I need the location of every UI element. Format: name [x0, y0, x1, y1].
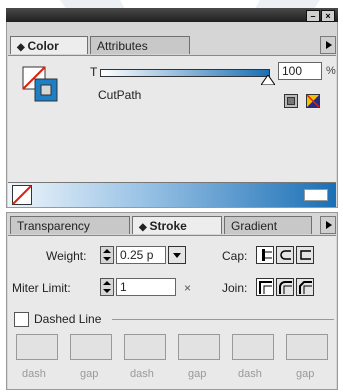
- round-join-icon: [279, 281, 292, 294]
- none-swatch-icon[interactable]: [12, 185, 32, 205]
- panel-menu-arrow-icon[interactable]: [320, 36, 336, 54]
- tab-transparency[interactable]: Transparency: [10, 216, 130, 234]
- tab-gradient-label: Gradient: [231, 219, 278, 233]
- gap-field[interactable]: [286, 334, 328, 360]
- close-button[interactable]: ×: [321, 10, 335, 22]
- round-cap-icon: [280, 250, 291, 260]
- gap-label: gap: [80, 368, 99, 380]
- tint-input[interactable]: 100: [278, 62, 322, 80]
- color-ramp[interactable]: [8, 182, 336, 207]
- dash-label: dash: [130, 368, 154, 380]
- tab-attributes-label: Attributes: [97, 39, 148, 53]
- gap-field[interactable]: [178, 334, 220, 360]
- dashed-line-checkbox[interactable]: [14, 312, 29, 327]
- tab-attributes[interactable]: Attributes: [90, 36, 190, 54]
- tab-transparency-label: Transparency: [17, 219, 90, 233]
- tab-stroke-label: Stroke: [149, 219, 187, 233]
- round-join-button[interactable]: [276, 278, 294, 296]
- miter-limit-stepper[interactable]: [100, 278, 114, 296]
- tab-color-label: Color: [27, 39, 59, 53]
- fill-stroke-icon[interactable]: [22, 66, 60, 104]
- tab-color[interactable]: ◆ Color: [10, 36, 88, 54]
- tab-sort-icon: ◆: [17, 42, 28, 53]
- weight-label: Weight:: [46, 249, 87, 263]
- bevel-join-icon: [299, 281, 312, 294]
- tint-slider-handle-icon[interactable]: [261, 75, 275, 85]
- swatch-name: CutPath: [98, 88, 142, 102]
- white-swatch[interactable]: [304, 189, 328, 201]
- miter-join-icon: [259, 281, 272, 294]
- weight-stepper[interactable]: [100, 246, 114, 264]
- web-safe-warning-icon[interactable]: [306, 94, 320, 108]
- cap-label: Cap:: [222, 249, 248, 263]
- butt-cap-icon: [262, 249, 272, 261]
- dash-label: dash: [238, 368, 262, 380]
- dash-field[interactable]: [124, 334, 166, 360]
- chevron-down-icon: [173, 253, 181, 258]
- gap-label: gap: [296, 368, 315, 380]
- join-label: Join:: [222, 281, 248, 295]
- miter-join-button[interactable]: [256, 278, 274, 296]
- miter-limit-input[interactable]: 1: [116, 278, 176, 296]
- tint-slider-track[interactable]: [100, 69, 270, 77]
- dashed-line-label: Dashed Line: [34, 312, 102, 326]
- out-of-gamut-icon[interactable]: [284, 94, 298, 108]
- projecting-cap-icon: [300, 250, 311, 260]
- tab-stroke[interactable]: ◆ Stroke: [132, 216, 222, 234]
- panel-menu-arrow-icon[interactable]: [320, 216, 336, 234]
- projecting-cap-button[interactable]: [296, 246, 314, 264]
- butt-cap-button[interactable]: [256, 246, 274, 264]
- stroke-content: Weight: 0.25 p Cap: Miter Limit: 1 × Joi…: [8, 235, 336, 389]
- stroke-tab-row: Transparency ◆ Stroke Gradient: [6, 216, 338, 236]
- color-content: T 100 % CutPath: [8, 55, 336, 207]
- gap-field[interactable]: [70, 334, 112, 360]
- bevel-join-button[interactable]: [296, 278, 314, 296]
- miter-unit-label: ×: [184, 281, 192, 295]
- gap-label: gap: [188, 368, 207, 380]
- weight-input[interactable]: 0.25 p: [116, 246, 166, 264]
- tab-sort-icon: ◆: [139, 222, 150, 233]
- weight-dropdown[interactable]: [168, 246, 186, 264]
- color-tab-row: ◆ Color Attributes: [6, 36, 338, 56]
- tint-label: T: [90, 65, 98, 79]
- divider: [112, 319, 334, 320]
- miter-limit-label: Miter Limit:: [12, 281, 71, 295]
- dash-label: dash: [22, 368, 46, 380]
- tab-gradient[interactable]: Gradient: [224, 216, 312, 234]
- dash-field[interactable]: [232, 334, 274, 360]
- dash-field[interactable]: [16, 334, 58, 360]
- stroke-panel: Transparency ◆ Stroke Gradient Weight: 0…: [6, 212, 338, 390]
- panel-titlebar[interactable]: – ×: [6, 8, 338, 22]
- color-panel: – × ◆ Color Attributes T 100 % CutPath: [6, 8, 338, 208]
- tint-percent-label: %: [326, 65, 336, 77]
- round-cap-button[interactable]: [276, 246, 294, 264]
- minimize-button[interactable]: –: [306, 10, 320, 22]
